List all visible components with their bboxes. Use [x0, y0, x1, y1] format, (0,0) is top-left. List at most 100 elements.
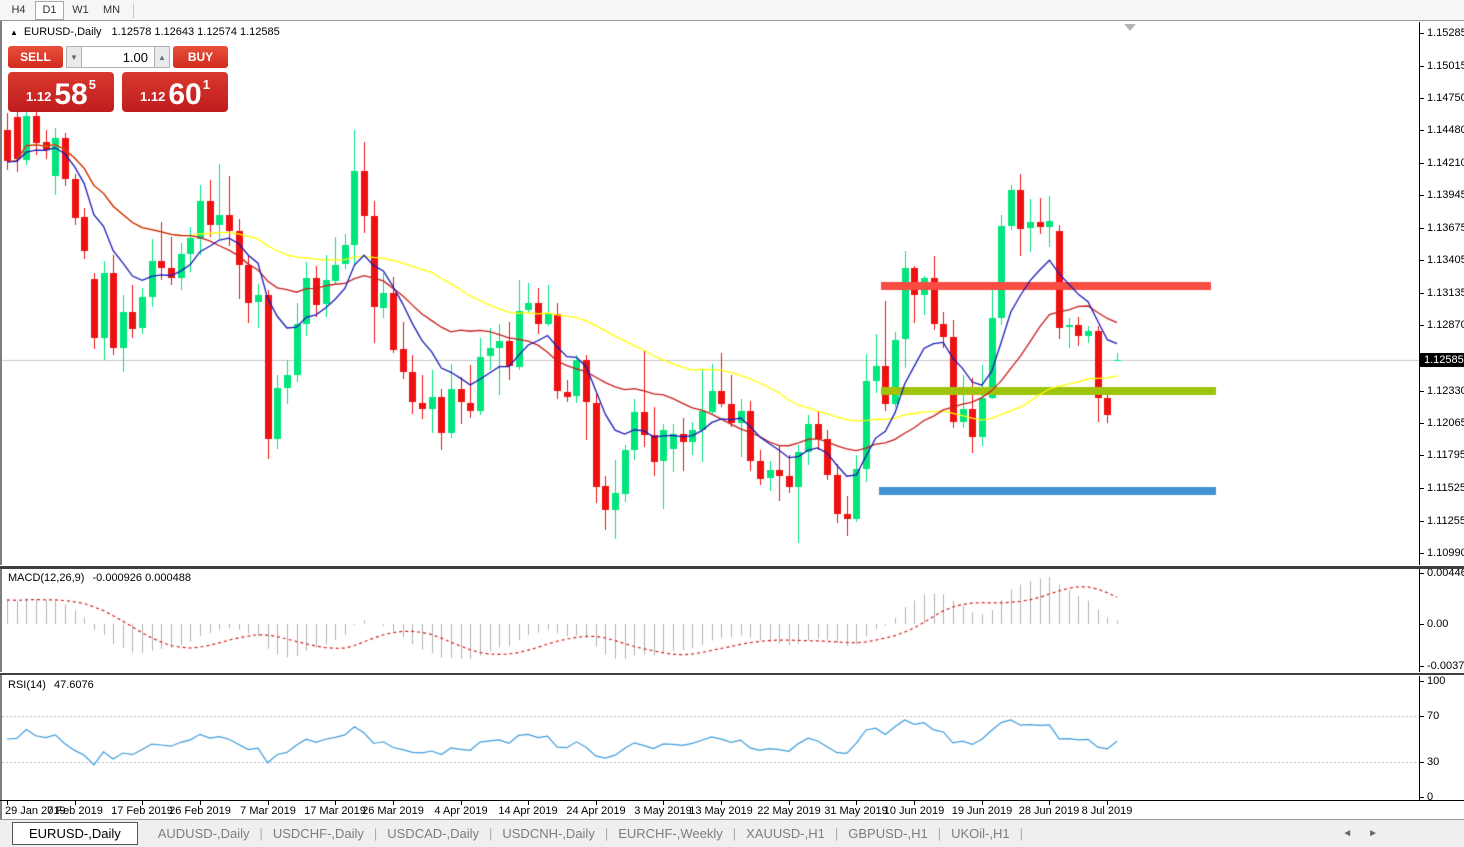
tab-eurusd-daily[interactable]: EURUSD-,Daily — [12, 822, 138, 845]
chart-shift-marker-icon[interactable] — [1124, 24, 1136, 31]
price-axis-dash — [1420, 455, 1424, 456]
date-axis-label: 10 Jun 2019 — [884, 805, 945, 817]
tab-audusd-daily[interactable]: AUDUSD-,Daily — [148, 823, 260, 844]
tab-usdcnh-daily[interactable]: USDCNH-,Daily — [492, 823, 604, 844]
volume-increase-button[interactable]: ▲ — [154, 46, 170, 68]
date-axis-label: 31 May 2019 — [824, 805, 888, 817]
price-axis-label: 1.14210 — [1427, 156, 1464, 170]
price-axis-label: 1.11795 — [1427, 448, 1464, 462]
price-axis-dash — [1420, 488, 1424, 489]
tab-usdchf-daily[interactable]: USDCHF-,Daily — [263, 823, 374, 844]
volume-input[interactable] — [82, 46, 154, 68]
price-axis-label: 1.11255 — [1427, 514, 1464, 528]
current-price-tag: 1.12585 — [1419, 353, 1464, 367]
tab-ukoil-h1[interactable]: UKOil-,H1 — [941, 823, 1020, 844]
tab-eurchf-weekly[interactable]: EURCHF-,Weekly — [608, 823, 733, 844]
price-axis-dash — [1420, 130, 1424, 131]
price-axis-label: 1.13945 — [1427, 188, 1464, 202]
buy-price-prefix: 1.12 — [140, 89, 165, 104]
rsi-label-row: RSI(14) 47.6076 — [8, 679, 94, 691]
date-axis-label: 13 May 2019 — [689, 805, 753, 817]
rsi-axis-label: 0 — [1427, 790, 1433, 804]
rsi-axis: 10070300 — [1419, 676, 1464, 800]
buy-price-sup: 1 — [203, 77, 210, 92]
tab-xauusd-h1[interactable]: XAUUSD-,H1 — [736, 823, 835, 844]
macd-axis: 0.0044650.00-0.003715 — [1419, 569, 1464, 673]
price-axis-label: 1.15285 — [1427, 26, 1464, 40]
rsi-axis-dash — [1420, 716, 1424, 717]
macd-label: MACD(12,26,9) — [8, 572, 84, 584]
price-axis-dash — [1420, 98, 1424, 99]
chevron-down-icon: ▼ — [70, 53, 78, 62]
date-axis-label: 24 Apr 2019 — [566, 805, 625, 817]
macd-indicator-canvas[interactable] — [2, 569, 1419, 673]
chart-title-bar: ▲ EURUSD-,Daily 1.12578 1.12643 1.12574 … — [10, 26, 280, 38]
price-axis-label: 1.12870 — [1427, 318, 1464, 332]
chart-ohlc-values: 1.12578 1.12643 1.12574 1.12585 — [112, 26, 280, 38]
rsi-axis-dash — [1420, 797, 1424, 798]
date-axis-label: 7 Feb 2019 — [47, 805, 103, 817]
buy-price-big: 60 — [168, 81, 201, 108]
sell-price-sup: 5 — [89, 77, 96, 92]
price-axis-label: 1.10990 — [1427, 546, 1464, 560]
tab-scroll-left-icon[interactable]: ◄ — [1342, 828, 1352, 839]
volume-decrease-button[interactable]: ▼ — [66, 46, 82, 68]
date-axis-label: 7 Mar 2019 — [240, 805, 296, 817]
macd-label-row: MACD(12,26,9) -0.000926 0.000488 — [8, 572, 191, 584]
macd-axis-label: 0.00 — [1427, 617, 1448, 631]
trade-controls-row: SELL ▼ ▲ BUY — [8, 46, 228, 68]
price-axis-dash — [1420, 66, 1424, 67]
price-axis-dash — [1420, 293, 1424, 294]
sell-button[interactable]: SELL — [8, 46, 63, 68]
tab-gbpusd-h1[interactable]: GBPUSD-,H1 — [838, 823, 937, 844]
tab-scroll-right-icon[interactable]: ► — [1368, 828, 1378, 839]
price-axis-dash — [1420, 391, 1424, 392]
date-axis: 29 Jan 20197 Feb 201917 Feb 201926 Feb 2… — [2, 801, 1419, 819]
panel-splitter[interactable] — [0, 565, 1464, 569]
chart-symbol-title: EURUSD-,Daily — [24, 26, 102, 38]
price-axis-label: 1.12065 — [1427, 416, 1464, 430]
trade-prices-row: 1.12 58 5 1.12 60 1 — [8, 72, 228, 112]
macd-axis-dash — [1420, 666, 1424, 667]
chart-tab-bar: EURUSD-,Daily AUDUSD-,Daily | USDCHF-,Daily… — [0, 819, 1464, 847]
date-axis-label: 4 Apr 2019 — [434, 805, 487, 817]
tab-usdcad-daily[interactable]: USDCAD-,Daily — [377, 823, 489, 844]
toolbar-separator — [133, 3, 134, 18]
macd-axis-dash — [1420, 624, 1424, 625]
price-axis-label: 1.13405 — [1427, 253, 1464, 267]
buy-price-tile[interactable]: 1.12 60 1 — [122, 72, 228, 112]
date-axis-label: 26 Feb 2019 — [169, 805, 231, 817]
date-axis-label: 8 Jul 2019 — [1082, 805, 1133, 817]
rsi-axis-label: 30 — [1427, 755, 1439, 769]
timeframe-button-d1[interactable]: D1 — [35, 1, 64, 20]
sell-price-big: 58 — [54, 81, 87, 108]
timeframe-toolbar: H4D1W1MN — [0, 0, 1464, 21]
price-axis-dash — [1420, 260, 1424, 261]
timeframe-button-mn[interactable]: MN — [97, 1, 126, 20]
buy-button[interactable]: BUY — [173, 46, 228, 68]
price-axis-dash — [1420, 325, 1424, 326]
timeframe-button-h4[interactable]: H4 — [4, 1, 33, 20]
one-click-trade-widget: SELL ▼ ▲ BUY 1.12 58 5 1.12 60 1 — [8, 46, 228, 112]
price-axis-label: 1.13135 — [1427, 286, 1464, 300]
price-axis-label: 1.14750 — [1427, 91, 1464, 105]
sell-price-tile[interactable]: 1.12 58 5 — [8, 72, 114, 112]
tab-separator: | — [1020, 826, 1023, 841]
rsi-value: 47.6076 — [54, 679, 94, 691]
price-axis-label: 1.14480 — [1427, 123, 1464, 137]
macd-axis-dash — [1420, 573, 1424, 574]
date-axis-label: 3 May 2019 — [634, 805, 691, 817]
rsi-label: RSI(14) — [8, 679, 46, 691]
price-axis-dash — [1420, 195, 1424, 196]
macd-axis-label: -0.003715 — [1427, 659, 1464, 673]
panel-splitter[interactable] — [0, 672, 1464, 675]
rsi-axis-label: 70 — [1427, 709, 1439, 723]
tab-scroll-arrows: ◄ ► — [1342, 828, 1378, 839]
rsi-indicator-canvas[interactable] — [2, 676, 1419, 800]
price-axis-dash — [1420, 521, 1424, 522]
rsi-axis-dash — [1420, 681, 1424, 682]
date-axis-label: 19 Jun 2019 — [952, 805, 1013, 817]
timeframe-button-w1[interactable]: W1 — [66, 1, 95, 20]
price-axis-dash — [1420, 163, 1424, 164]
chevron-up-icon: ▲ — [158, 53, 166, 62]
